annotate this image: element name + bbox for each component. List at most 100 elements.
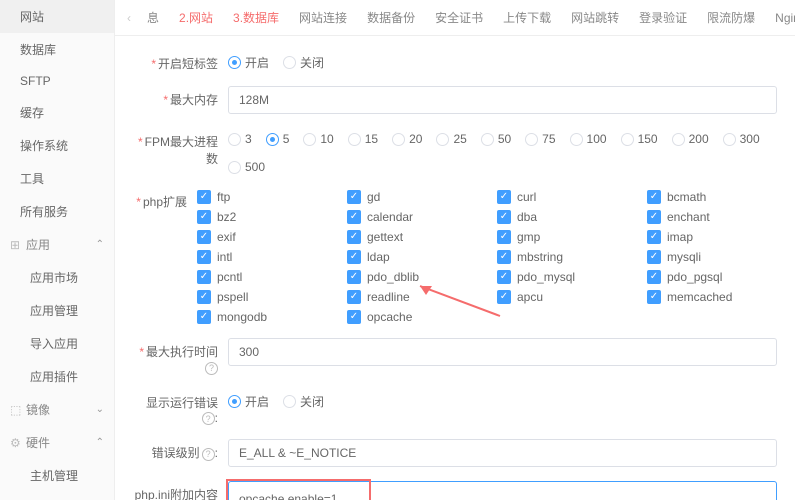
sidebar-group-app[interactable]: ⊞应用⌃ — [0, 228, 114, 261]
check-ext-pspell[interactable]: pspell — [197, 290, 327, 304]
check-ext-imap[interactable]: imap — [647, 230, 777, 244]
radio-shorttag-off[interactable]: 关闭 — [283, 54, 324, 71]
check-ext-intl[interactable]: intl — [197, 250, 327, 264]
radio-fpm-150[interactable]: 150 — [621, 132, 658, 146]
checkbox-icon — [347, 310, 361, 324]
sidebar-group-hw[interactable]: ⚙硬件⌃ — [0, 426, 114, 459]
sidebar-group-mirror[interactable]: ⬚镜像⌄ — [0, 393, 114, 426]
sidebar-item-host[interactable]: 主机管理 — [0, 459, 114, 492]
tab-backup[interactable]: 数据备份 — [357, 0, 425, 36]
check-ext-pdo_mysql[interactable]: pdo_mysql — [497, 270, 627, 284]
tab-nginx[interactable]: Nginx配置 — [765, 0, 795, 36]
check-ext-ftp[interactable]: ftp — [197, 190, 327, 204]
input-maxexec[interactable] — [228, 338, 777, 366]
radio-err-on[interactable]: 开启 — [228, 393, 269, 410]
tab-prev[interactable]: ‹ — [121, 11, 137, 25]
radio-fpm-15[interactable]: 15 — [348, 132, 378, 146]
sidebar-item-import[interactable]: 导入应用 — [0, 327, 114, 360]
check-ext-pdo_dblib[interactable]: pdo_dblib — [347, 270, 477, 284]
tab-ratelimit[interactable]: 限流防爆 — [697, 0, 765, 36]
tab-info[interactable]: 息 — [137, 0, 169, 36]
checkbox-icon — [197, 310, 211, 324]
tab-site[interactable]: 2.网站 — [169, 0, 223, 36]
check-ext-ldap[interactable]: ldap — [347, 250, 477, 264]
tab-ssl[interactable]: 安全证书 — [425, 0, 493, 36]
help-icon[interactable]: ? — [205, 362, 218, 375]
checkbox-icon — [197, 190, 211, 204]
check-ext-curl[interactable]: curl — [497, 190, 627, 204]
check-ext-opcache[interactable]: opcache — [347, 310, 477, 324]
tab-redirect[interactable]: 网站跳转 — [561, 0, 629, 36]
check-ext-bcmath[interactable]: bcmath — [647, 190, 777, 204]
label-ini: php.ini附加内容?: — [133, 481, 228, 500]
tab-upload[interactable]: 上传下载 — [493, 0, 561, 36]
check-ext-mongodb[interactable]: mongodb — [197, 310, 327, 324]
radio-fpm-500[interactable]: 500 — [228, 160, 265, 174]
radio-fpm-200[interactable]: 200 — [672, 132, 709, 146]
sidebar-item-db[interactable]: 数据库 — [0, 33, 114, 66]
sidebar-item-sftp[interactable]: SFTP — [0, 66, 114, 96]
label-maxmem: 最大内存 — [133, 86, 228, 108]
input-errlevel[interactable] — [228, 439, 777, 467]
checkbox-icon — [647, 190, 661, 204]
check-ext-gmp[interactable]: gmp — [497, 230, 627, 244]
check-ext-mbstring[interactable]: mbstring — [497, 250, 627, 264]
input-maxmem[interactable] — [228, 86, 777, 114]
sidebar-item-market[interactable]: 应用市场 — [0, 261, 114, 294]
check-ext-apcu[interactable]: apcu — [497, 290, 627, 304]
checkbox-icon — [497, 290, 511, 304]
check-ext-enchant[interactable]: enchant — [647, 210, 777, 224]
ext-grid: ftp gd curl bcmath bz2 calendar dba enchant exif… — [197, 188, 777, 324]
checkbox-icon — [347, 270, 361, 284]
radio-fpm-20[interactable]: 20 — [392, 132, 422, 146]
check-ext-mysqli[interactable]: mysqli — [647, 250, 777, 264]
help-icon[interactable]: ? — [202, 412, 215, 425]
chevron-down-icon: ⌄ — [96, 404, 104, 415]
sidebar-item-cluster[interactable]: 集群管理 — [0, 492, 114, 500]
sidebar-item-os[interactable]: 操作系统 — [0, 129, 114, 162]
radio-err-off[interactable]: 关闭 — [283, 393, 324, 410]
check-ext-exif[interactable]: exif — [197, 230, 327, 244]
check-ext-gd[interactable]: gd — [347, 190, 477, 204]
textarea-ini[interactable]: opcache.enable=1 opcache.jit_buffer_size… — [228, 481, 777, 500]
radio-fpm-3[interactable]: 3 — [228, 132, 252, 146]
radio-fpm-50[interactable]: 50 — [481, 132, 511, 146]
radio-fpm-5[interactable]: 5 — [266, 132, 290, 146]
radio-fpm-300[interactable]: 300 — [723, 132, 760, 146]
sidebar-item-tools[interactable]: 工具 — [0, 162, 114, 195]
check-ext-gettext[interactable]: gettext — [347, 230, 477, 244]
tab-auth[interactable]: 登录验证 — [629, 0, 697, 36]
checkbox-icon — [347, 290, 361, 304]
radio-shorttag-on[interactable]: 开启 — [228, 54, 269, 71]
label-showerr: 显示运行错误?: — [133, 389, 228, 426]
tab-connect[interactable]: 网站连接 — [289, 0, 357, 36]
sidebar-item-cache[interactable]: 缓存 — [0, 96, 114, 129]
tab-db[interactable]: 3.数据库 — [223, 0, 289, 36]
check-ext-calendar[interactable]: calendar — [347, 210, 477, 224]
sidebar-item-services[interactable]: 所有服务 — [0, 195, 114, 228]
form-content: 开启短标签 开启 关闭 最大内存 FPM最大进程数 35 10 15 20 25 50 75… — [115, 36, 795, 500]
radio-fpm-100[interactable]: 100 — [570, 132, 607, 146]
help-icon[interactable]: ? — [202, 448, 215, 461]
check-ext-dba[interactable]: dba — [497, 210, 627, 224]
sidebar-item-site[interactable]: 网站 — [0, 0, 114, 33]
sidebar-item-plugin[interactable]: 应用插件 — [0, 360, 114, 393]
checkbox-icon — [497, 190, 511, 204]
radio-fpm-75[interactable]: 75 — [525, 132, 555, 146]
sidebar-item-appmgr[interactable]: 应用管理 — [0, 294, 114, 327]
checkbox-icon — [347, 190, 361, 204]
check-ext-pdo_pgsql[interactable]: pdo_pgsql — [647, 270, 777, 284]
checkbox-icon — [647, 230, 661, 244]
check-ext-pcntl[interactable]: pcntl — [197, 270, 327, 284]
radio-fpm-10[interactable]: 10 — [303, 132, 333, 146]
label-fpm: FPM最大进程数 — [133, 128, 228, 167]
checkbox-icon — [347, 210, 361, 224]
label-ext: php扩展 — [133, 188, 197, 210]
checkbox-icon — [197, 230, 211, 244]
checkbox-icon — [197, 290, 211, 304]
check-ext-readline[interactable]: readline — [347, 290, 477, 304]
check-ext-bz2[interactable]: bz2 — [197, 210, 327, 224]
radio-fpm-25[interactable]: 25 — [436, 132, 466, 146]
label-shorttag: 开启短标签 — [133, 50, 228, 72]
check-ext-memcached[interactable]: memcached — [647, 290, 777, 304]
